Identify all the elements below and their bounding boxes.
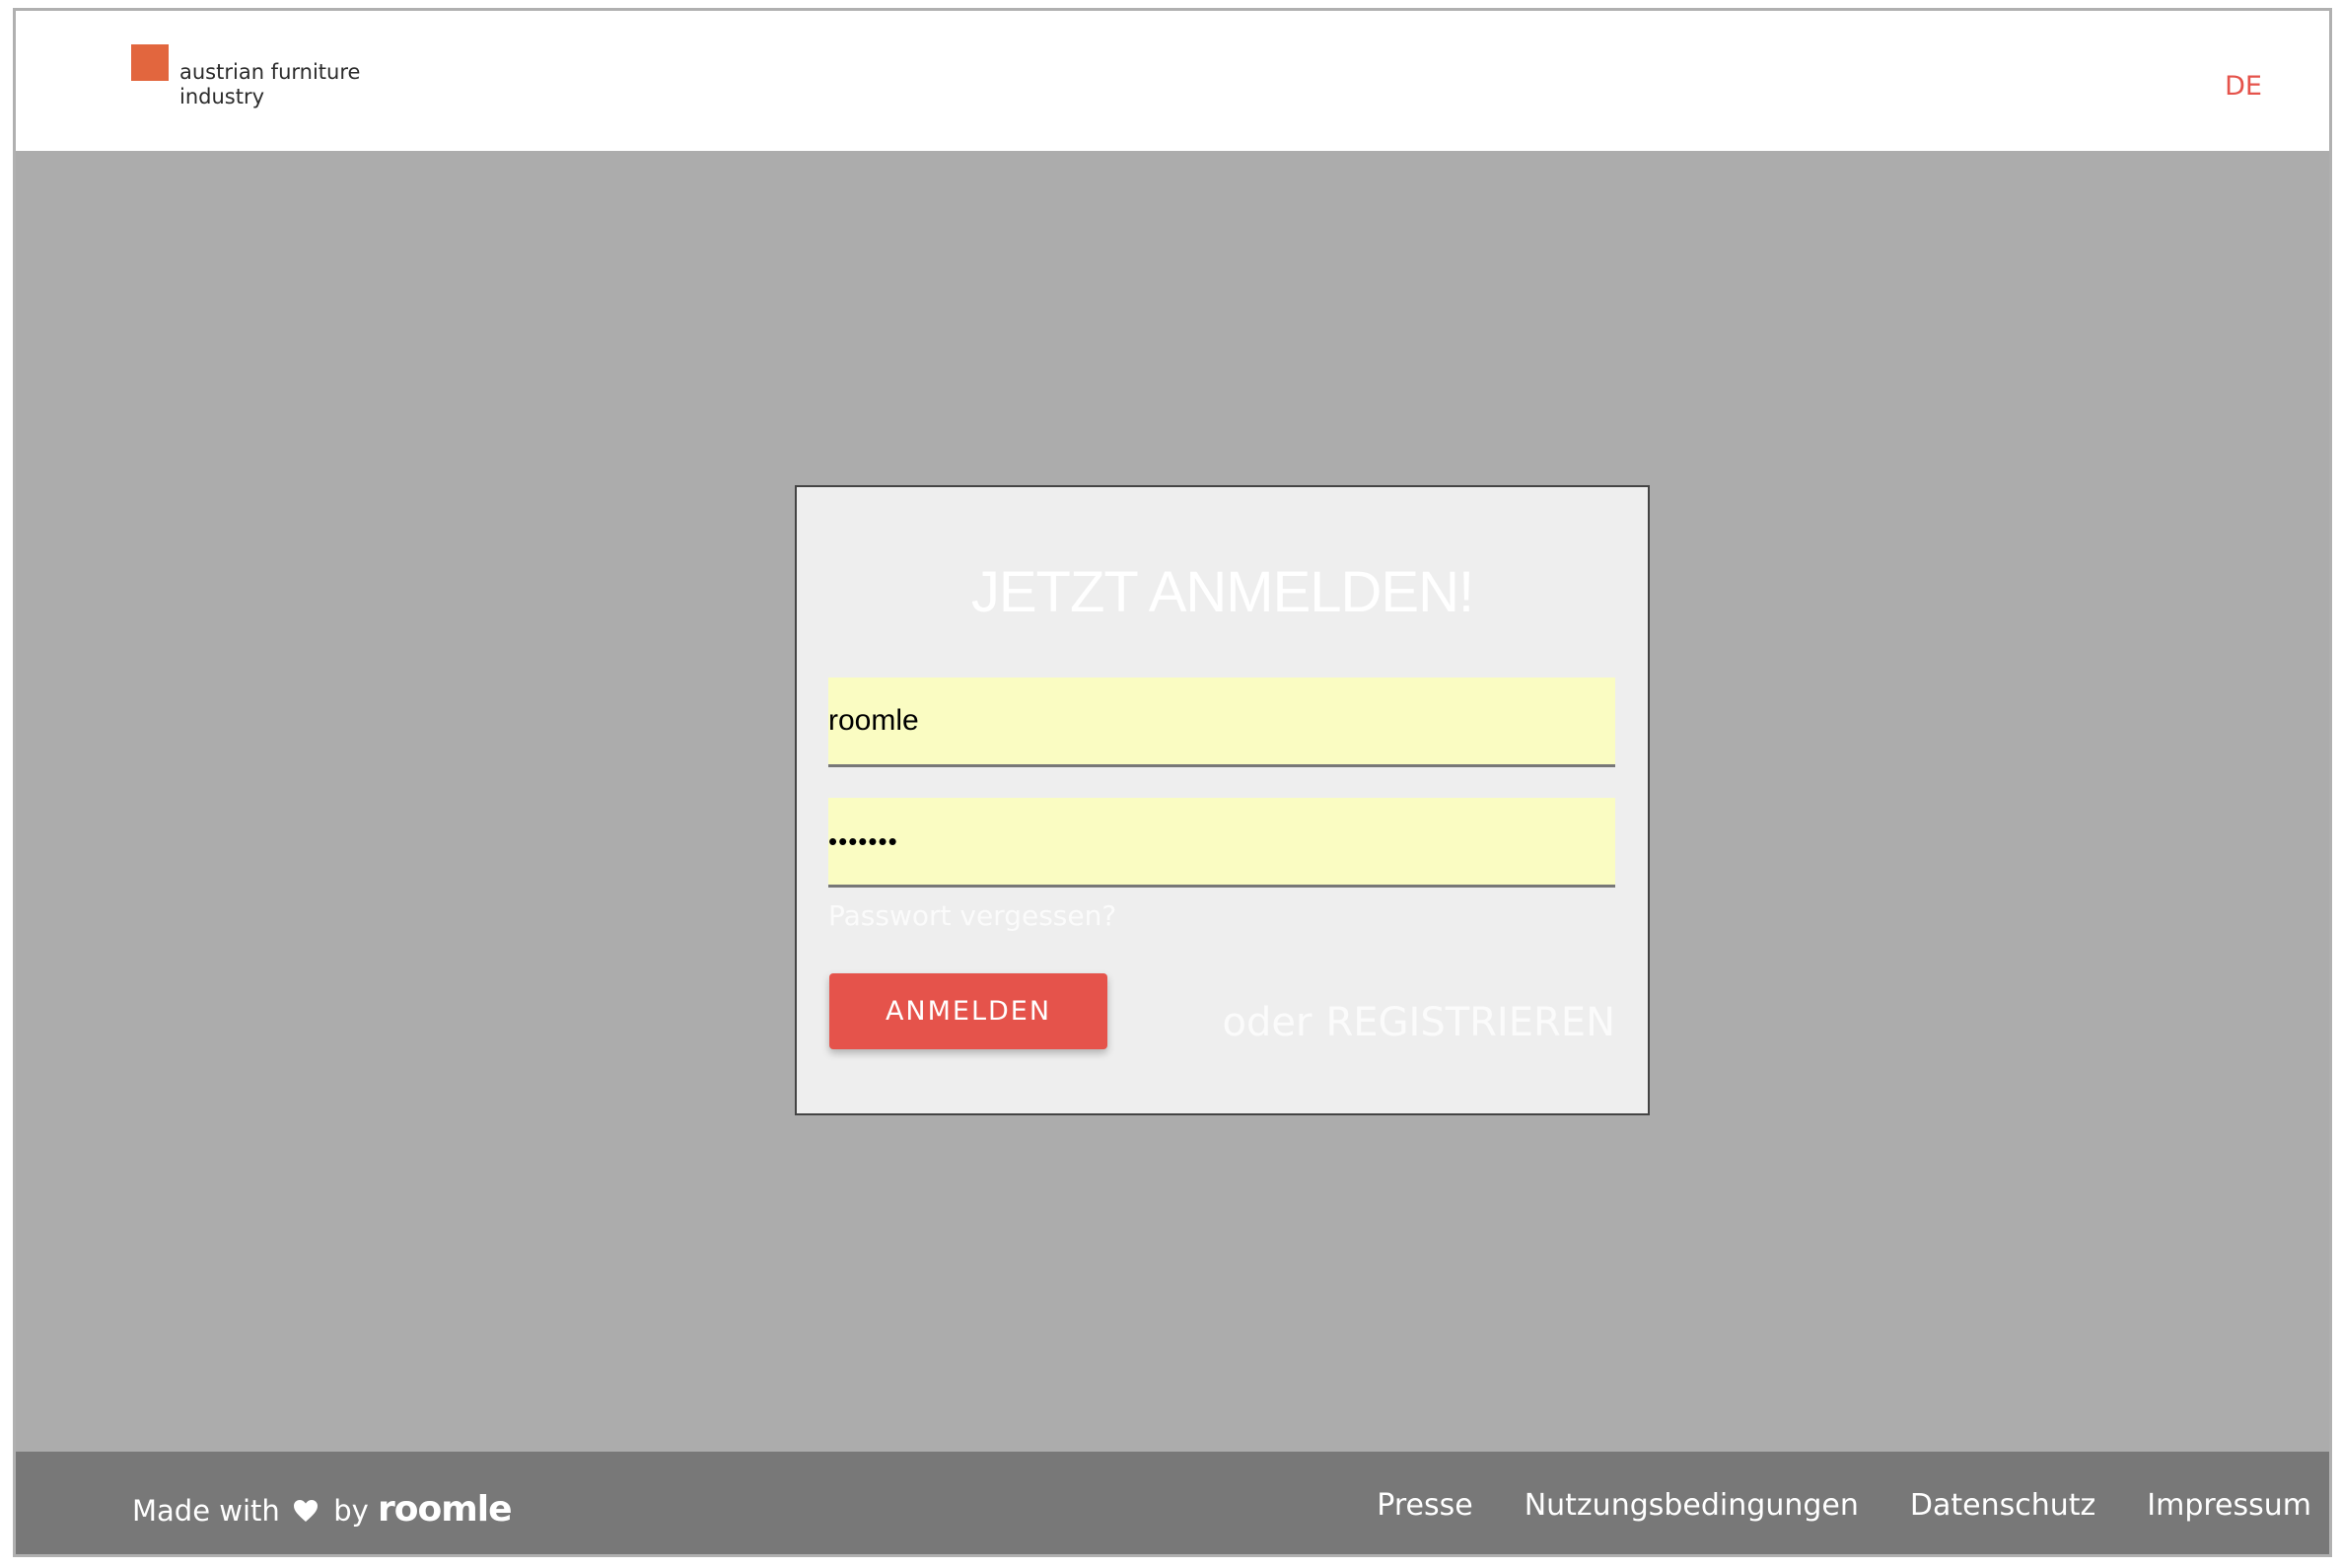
header: austrian furniture industry DE — [16, 11, 2329, 151]
footer-links: Presse Nutzungsbedingungen Datenschutz I… — [1377, 1488, 2311, 1523]
logo-text-line2: industry — [179, 85, 265, 108]
logo-text-line1: austrian furniture — [179, 60, 361, 84]
password-input[interactable] — [828, 798, 1615, 888]
by-label: by — [333, 1494, 369, 1528]
footer-link-presse[interactable]: Presse — [1377, 1488, 1472, 1523]
heart-icon — [293, 1496, 319, 1522]
logo[interactable]: austrian furniture industry — [179, 60, 360, 109]
register-prompt: oder REGISTRIEREN — [1223, 1000, 1615, 1045]
footer-link-nutzungsbedingungen[interactable]: Nutzungsbedingungen — [1525, 1488, 1859, 1523]
footer-link-impressum[interactable]: Impressum — [2147, 1488, 2311, 1523]
logo-mark — [131, 44, 169, 81]
login-button[interactable]: ANMELDEN — [829, 973, 1107, 1049]
made-with-label: Made with — [132, 1494, 280, 1528]
made-with-credit: Made with by roomle — [132, 1489, 513, 1530]
roomle-logo[interactable]: roomle — [378, 1489, 512, 1530]
or-label: oder — [1222, 1000, 1312, 1045]
login-title: JETZT ANMELDEN! — [970, 560, 1474, 624]
language-switcher[interactable]: DE — [2225, 71, 2262, 102]
register-link[interactable]: REGISTRIEREN — [1325, 1000, 1615, 1045]
username-input[interactable] — [828, 677, 1615, 767]
footer-link-datenschutz[interactable]: Datenschutz — [1910, 1488, 2095, 1523]
browser-viewport: austrian furniture industry DE JETZT ANM… — [13, 8, 2332, 1557]
forgot-password-link[interactable]: Passwort vergessen? — [828, 899, 1116, 932]
footer: Made with by roomle Presse Nutzungsbedin… — [16, 1452, 2329, 1554]
login-card: JETZT ANMELDEN! Passwort vergessen? ANME… — [795, 485, 1650, 1115]
